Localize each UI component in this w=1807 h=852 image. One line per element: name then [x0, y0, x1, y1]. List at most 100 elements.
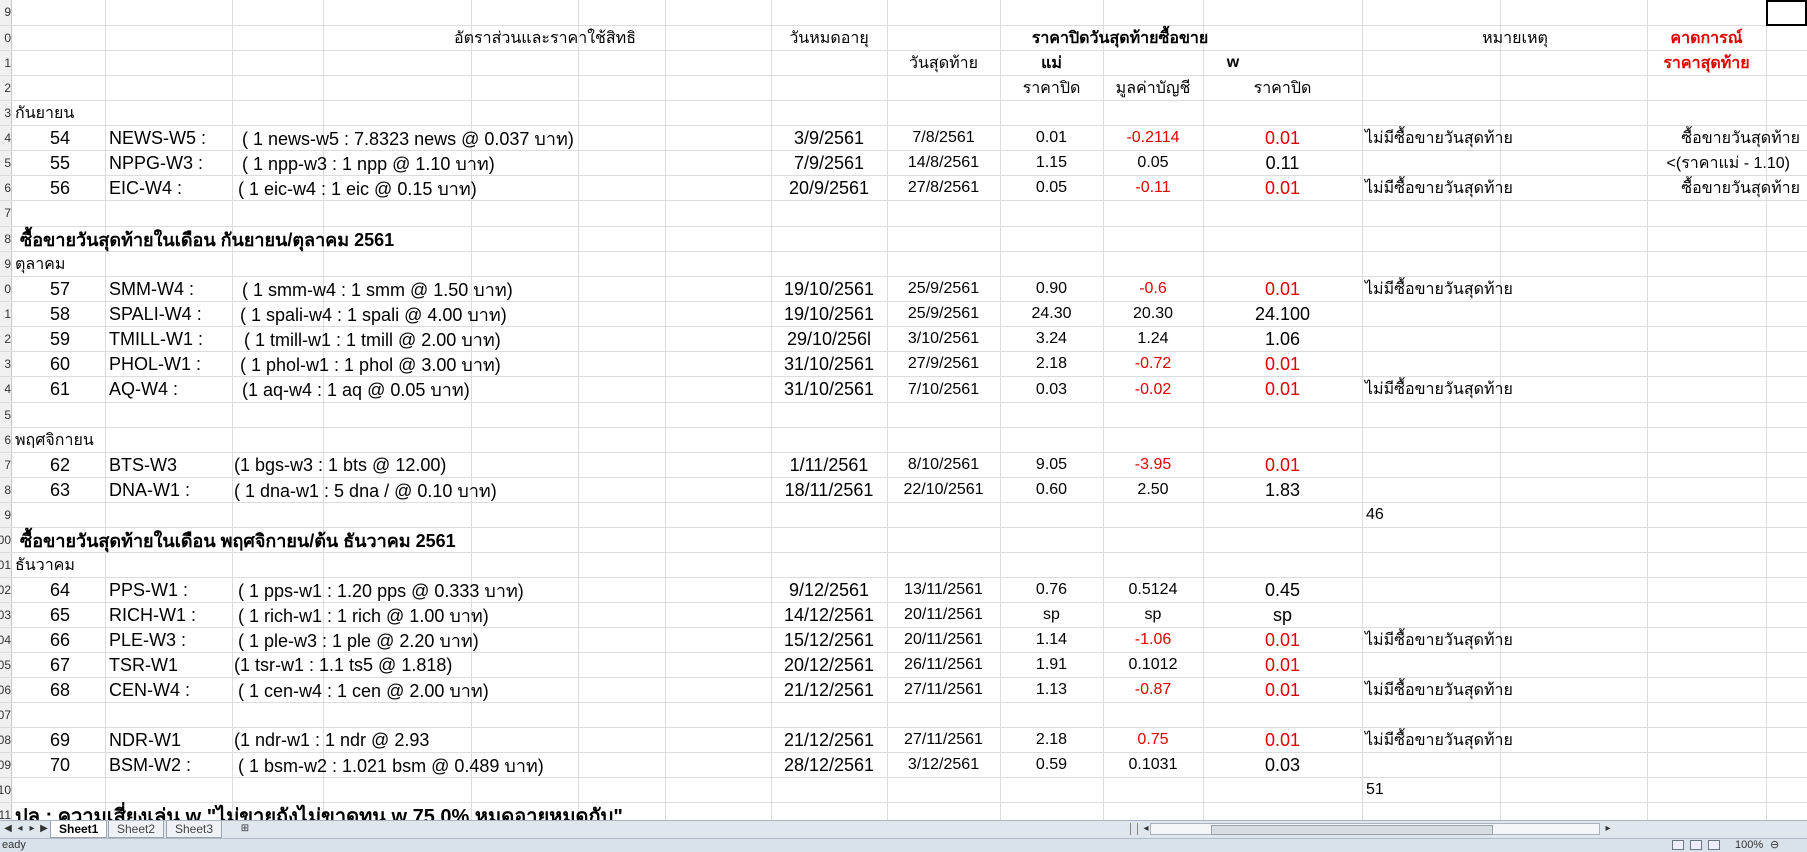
- cell-book[interactable]: -0.72: [1103, 352, 1203, 376]
- cell-note[interactable]: ไม่มีซื้อขายวันสุดท้าย: [1365, 126, 1513, 150]
- cell-name[interactable]: NPPG-W3 :: [109, 151, 203, 175]
- row-header[interactable]: 0: [0, 26, 12, 50]
- cell-w-close[interactable]: 0.01: [1230, 277, 1335, 301]
- cell-book[interactable]: 0.75: [1103, 728, 1203, 752]
- cell-last-day[interactable]: 27/9/2561: [887, 352, 1000, 376]
- cell-expiry[interactable]: 3/9/2561: [771, 126, 887, 150]
- cell-last-day[interactable]: 27/11/2561: [887, 678, 1000, 702]
- cell-expiry[interactable]: 9/12/2561: [771, 578, 887, 602]
- cell-expiry[interactable]: 15/12/2561: [771, 628, 887, 652]
- cell-mother[interactable]: 1.15: [1000, 151, 1103, 175]
- normal-view-icon[interactable]: [1672, 840, 1684, 850]
- cell-no[interactable]: 69: [40, 728, 80, 752]
- cell-note[interactable]: ไม่มีซื้อขายวันสุดท้าย: [1365, 277, 1513, 301]
- cell-w-close[interactable]: 0.01: [1230, 728, 1335, 752]
- cell-w-close[interactable]: 0.11: [1230, 151, 1335, 175]
- cell-w-close[interactable]: sp: [1230, 603, 1335, 627]
- cell-last-day[interactable]: 25/9/2561: [887, 277, 1000, 301]
- row-header[interactable]: 1: [0, 51, 12, 75]
- cell-no[interactable]: 59: [40, 327, 80, 351]
- cell-w-close[interactable]: 0.01: [1230, 653, 1335, 677]
- row-header[interactable]: 8: [0, 227, 12, 251]
- row-header[interactable]: 2: [0, 327, 12, 351]
- zoom-level[interactable]: 100%: [1735, 839, 1763, 852]
- insert-sheet-icon[interactable]: ⊞: [238, 822, 252, 836]
- cell-mother[interactable]: 0.59: [1000, 753, 1103, 777]
- tab-splitter-handle[interactable]: [1130, 823, 1138, 835]
- cell-name[interactable]: EIC-W4 :: [109, 176, 182, 200]
- cell-ratio[interactable]: ( 1 spali-w4 : 1 spali @ 4.00 บาท): [240, 302, 507, 326]
- cell-expiry[interactable]: 14/12/2561: [771, 603, 887, 627]
- row-header[interactable]: 6: [0, 176, 12, 200]
- cell-expiry[interactable]: 7/9/2561: [771, 151, 887, 175]
- cell-w-close[interactable]: 0.03: [1230, 753, 1335, 777]
- active-cell-selection[interactable]: [1766, 0, 1807, 26]
- cell-ratio[interactable]: ( 1 eic-w4 : 1 eic @ 0.15 บาท): [238, 176, 477, 200]
- row-header[interactable]: 7: [0, 201, 12, 226]
- row-header[interactable]: 5: [0, 151, 12, 175]
- row-header[interactable]: 3: [0, 352, 12, 376]
- row-header[interactable]: 07: [0, 703, 12, 727]
- row-header[interactable]: 00: [0, 528, 12, 552]
- cell-name[interactable]: PLE-W3 :: [109, 628, 186, 652]
- cell-book[interactable]: -1.06: [1103, 628, 1203, 652]
- row-header[interactable]: 06: [0, 678, 12, 702]
- cell-no[interactable]: 57: [40, 277, 80, 301]
- cell-w-close[interactable]: 0.01: [1230, 453, 1335, 477]
- cell-no[interactable]: 55: [40, 151, 80, 175]
- scroll-right-icon[interactable]: ▸: [1602, 822, 1614, 836]
- cell-book[interactable]: -0.11: [1103, 176, 1203, 200]
- cell-forecast[interactable]: ซื้อขายวันสุดท้าย: [1560, 176, 1800, 200]
- cell-ratio[interactable]: ( 1 news-w5 : 7.8323 news @ 0.037 บาท): [242, 126, 574, 150]
- cell-ratio[interactable]: (1 bgs-w3 : 1 bts @ 12.00): [234, 453, 446, 477]
- cell-book[interactable]: -0.87: [1103, 678, 1203, 702]
- cell-mother[interactable]: 1.13: [1000, 678, 1103, 702]
- cell-name[interactable]: SMM-W4 :: [109, 277, 194, 301]
- cell-expiry[interactable]: 18/11/2561: [771, 478, 887, 502]
- cell-name[interactable]: AQ-W4 :: [109, 377, 178, 402]
- cell-expiry[interactable]: 21/12/2561: [771, 728, 887, 752]
- cell-expiry[interactable]: 19/10/2561: [771, 277, 887, 301]
- cell-no[interactable]: 61: [40, 377, 80, 402]
- cell-name[interactable]: RICH-W1 :: [109, 603, 196, 627]
- row-header[interactable]: 8: [0, 478, 12, 502]
- cell-book[interactable]: 1.24: [1103, 327, 1203, 351]
- cell-last-day[interactable]: 8/10/2561: [887, 453, 1000, 477]
- cell-note[interactable]: ไม่มีซื้อขายวันสุดท้าย: [1365, 377, 1513, 402]
- row-header[interactable]: 01: [0, 553, 12, 577]
- cell-book[interactable]: 20.30: [1103, 302, 1203, 326]
- cell-w-close[interactable]: 0.01: [1230, 352, 1335, 376]
- cell-last-day[interactable]: 7/8/2561: [887, 126, 1000, 150]
- row-header[interactable]: 6: [0, 428, 12, 452]
- row-header[interactable]: 0: [0, 277, 12, 301]
- cell-no[interactable]: 58: [40, 302, 80, 326]
- cell-forecast[interactable]: ซื้อขายวันสุดท้าย: [1560, 126, 1800, 150]
- cell-book[interactable]: -3.95: [1103, 453, 1203, 477]
- row-header[interactable]: 4: [0, 126, 12, 150]
- cell-w-close[interactable]: 0.01: [1230, 126, 1335, 150]
- cell-ratio[interactable]: ( 1 pps-w1 : 1.20 pps @ 0.333 บาท): [238, 578, 524, 602]
- cell-ratio[interactable]: ( 1 rich-w1 : 1 rich @ 1.00 บาท): [238, 603, 489, 627]
- cell-name[interactable]: SPALI-W4 :: [109, 302, 202, 326]
- cell-mother[interactable]: 2.18: [1000, 352, 1103, 376]
- cell-count[interactable]: 46: [1366, 503, 1384, 527]
- row-header[interactable]: 9: [0, 252, 12, 276]
- cell-mother[interactable]: 9.05: [1000, 453, 1103, 477]
- cell-no[interactable]: 70: [40, 753, 80, 777]
- cell-w-close[interactable]: 0.01: [1230, 377, 1335, 402]
- tab-sheet2[interactable]: Sheet2: [108, 821, 165, 838]
- cell-no[interactable]: 64: [40, 578, 80, 602]
- cell-mother[interactable]: 0.76: [1000, 578, 1103, 602]
- cell-note[interactable]: ไม่มีซื้อขายวันสุดท้าย: [1365, 728, 1513, 752]
- cell-w-close[interactable]: 24.100: [1230, 302, 1335, 326]
- cell-last-day[interactable]: 14/8/2561: [887, 151, 1000, 175]
- cell-book[interactable]: 0.1012: [1103, 653, 1203, 677]
- cell-no[interactable]: 62: [40, 453, 80, 477]
- cell-ratio[interactable]: ( 1 dna-w1 : 5 dna / @ 0.10 บาท): [234, 478, 497, 502]
- cell-last-day[interactable]: 27/8/2561: [887, 176, 1000, 200]
- cell-note[interactable]: ไม่มีซื้อขายวันสุดท้าย: [1365, 678, 1513, 702]
- cell-expiry[interactable]: 20/9/2561: [771, 176, 887, 200]
- cell-last-day[interactable]: 20/11/2561: [887, 603, 1000, 627]
- cell-ratio[interactable]: ( 1 phol-w1 : 1 phol @ 3.00 บาท): [240, 352, 501, 376]
- cell-mother[interactable]: 0.60: [1000, 478, 1103, 502]
